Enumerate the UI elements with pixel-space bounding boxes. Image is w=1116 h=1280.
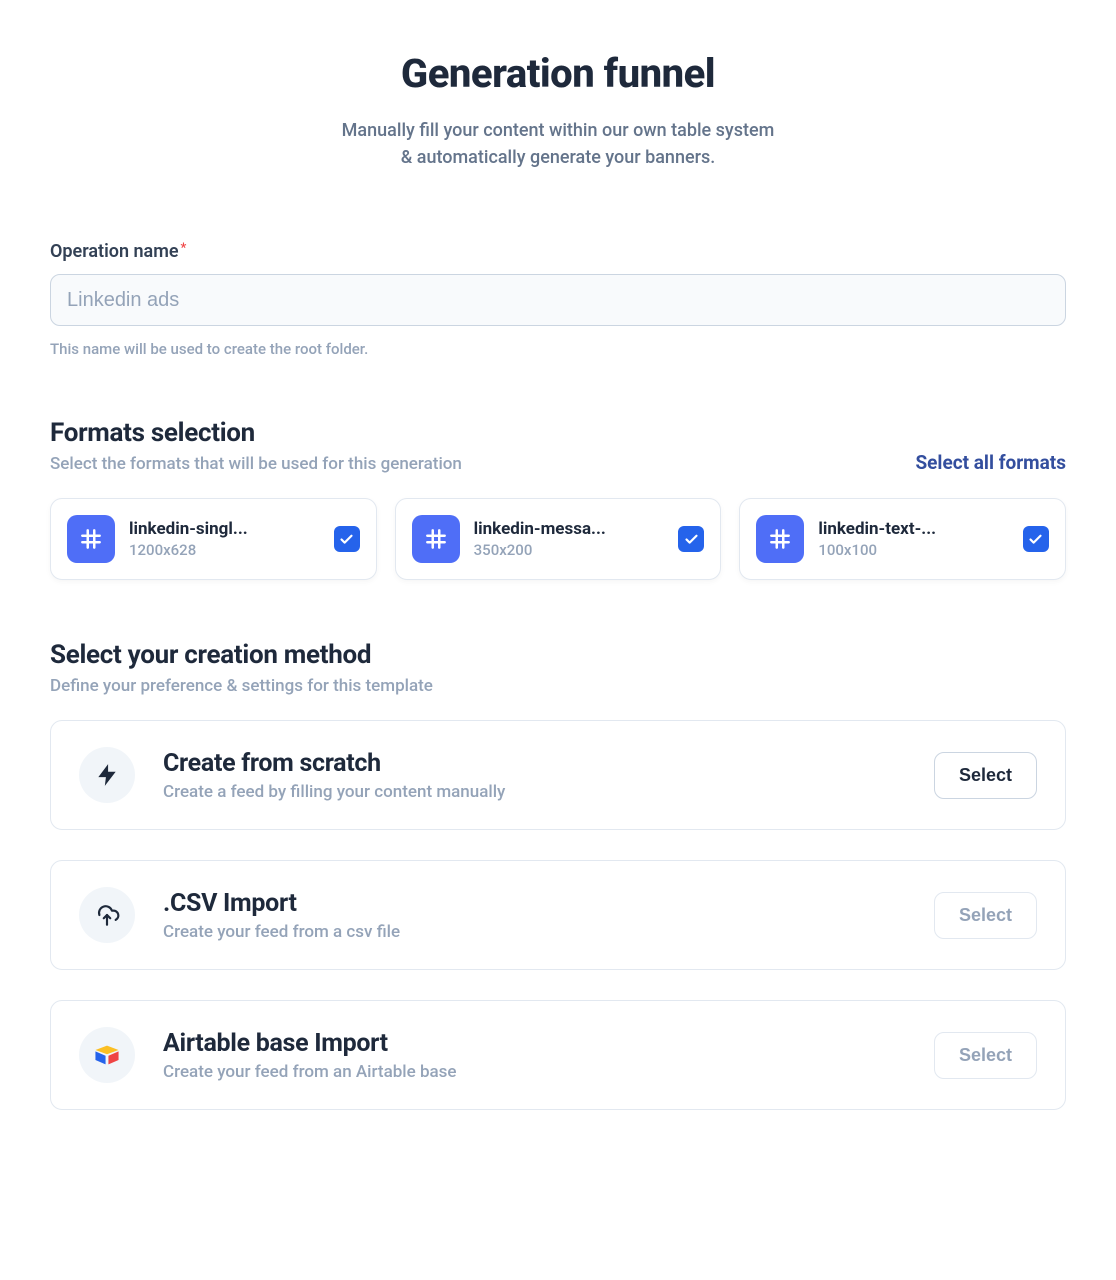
hash-icon: [67, 515, 115, 563]
airtable-icon: [79, 1027, 135, 1083]
methods-list: Create from scratch Create a feed by fil…: [50, 720, 1066, 1110]
format-dimensions: 100x100: [818, 541, 1013, 559]
method-csv: .CSV Import Create your feed from a csv …: [50, 860, 1066, 970]
methods-description: Define your preference & settings for th…: [50, 676, 1066, 696]
cloud-upload-icon: [79, 887, 135, 943]
method-description: Create a feed by filling your content ma…: [163, 782, 934, 802]
hash-icon: [756, 515, 804, 563]
creation-method-section: Select your creation method Define your …: [50, 640, 1066, 1110]
formats-description: Select the formats that will be used for…: [50, 454, 462, 474]
method-scratch: Create from scratch Create a feed by fil…: [50, 720, 1066, 830]
formats-grid: linkedin-singl... 1200x628 linkedin-mess…: [50, 498, 1066, 580]
operation-name-section: Operation name* This name will be used t…: [50, 241, 1066, 358]
operation-name-label: Operation name*: [50, 241, 1066, 262]
method-title: Airtable base Import: [163, 1029, 934, 1058]
formats-section: Formats selection Select the formats tha…: [50, 418, 1066, 580]
format-checkbox[interactable]: [334, 526, 360, 552]
format-card[interactable]: linkedin-text-... 100x100: [739, 498, 1066, 580]
format-dimensions: 350x200: [474, 541, 669, 559]
formats-title: Formats selection: [50, 418, 462, 448]
required-indicator: *: [181, 241, 187, 256]
select-button[interactable]: Select: [934, 752, 1037, 799]
formats-section-header: Formats selection Select the formats tha…: [50, 418, 1066, 474]
method-description: Create your feed from a csv file: [163, 922, 934, 942]
format-card[interactable]: linkedin-messa... 350x200: [395, 498, 722, 580]
format-card[interactable]: linkedin-singl... 1200x628: [50, 498, 377, 580]
format-name: linkedin-singl...: [129, 519, 324, 539]
operation-name-input[interactable]: [50, 274, 1066, 326]
select-all-formats-button[interactable]: Select all formats: [915, 451, 1066, 474]
format-name: linkedin-messa...: [474, 519, 669, 539]
select-button[interactable]: Select: [934, 1032, 1037, 1079]
operation-help-text: This name will be used to create the roo…: [50, 340, 1066, 358]
subtitle-line-2: & automatically generate your banners.: [401, 147, 716, 168]
method-title: Create from scratch: [163, 749, 934, 778]
hash-icon: [412, 515, 460, 563]
method-title: .CSV Import: [163, 889, 934, 918]
page-subtitle: Manually fill your content within our ow…: [50, 117, 1066, 171]
bolt-icon: [79, 747, 135, 803]
page-title: Generation funnel: [50, 50, 1066, 97]
format-name: linkedin-text-...: [818, 519, 1013, 539]
format-checkbox[interactable]: [678, 526, 704, 552]
method-airtable: Airtable base Import Create your feed fr…: [50, 1000, 1066, 1110]
methods-title: Select your creation method: [50, 640, 1066, 670]
subtitle-line-1: Manually fill your content within our ow…: [342, 120, 775, 141]
page-header: Generation funnel Manually fill your con…: [50, 50, 1066, 171]
format-checkbox[interactable]: [1023, 526, 1049, 552]
select-button[interactable]: Select: [934, 892, 1037, 939]
format-dimensions: 1200x628: [129, 541, 324, 559]
method-description: Create your feed from an Airtable base: [163, 1062, 934, 1082]
